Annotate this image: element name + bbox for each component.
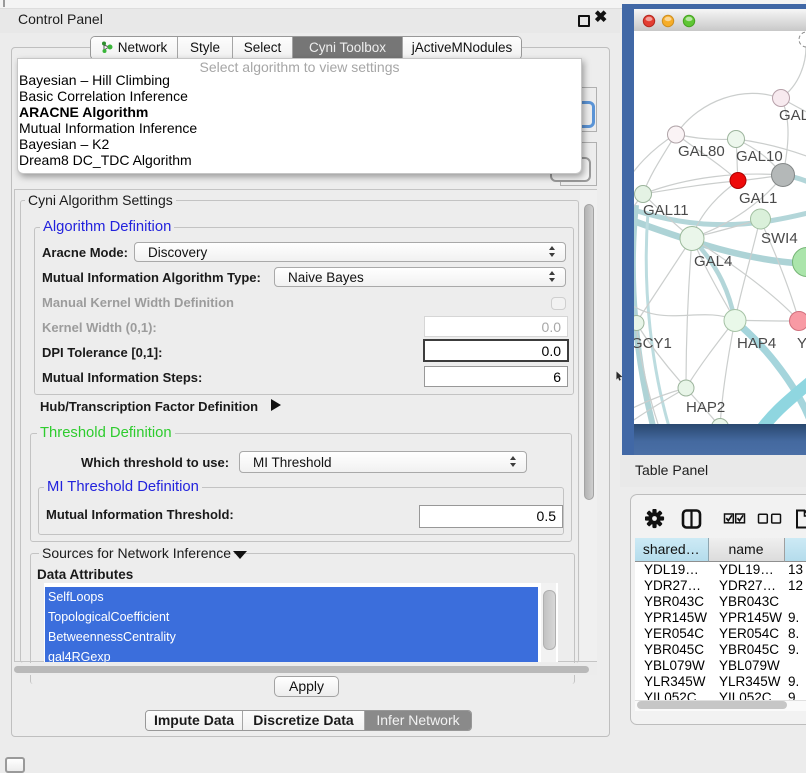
svg-text:HAP4: HAP4	[737, 335, 776, 352]
svg-text:GAL11: GAL11	[643, 202, 689, 219]
svg-text:GAL2: GAL2	[779, 107, 806, 124]
svg-text:GAL10: GAL10	[736, 148, 783, 165]
svg-text:GAL80: GAL80	[678, 143, 725, 160]
svg-text:GCY1: GCY1	[634, 335, 672, 352]
svg-text:HAP2: HAP2	[686, 399, 725, 416]
svg-text:SWI4: SWI4	[761, 230, 798, 247]
svg-text:YJ: YJ	[797, 335, 806, 352]
svg-text:GAL1: GAL1	[739, 190, 777, 207]
svg-text:GAL4: GAL4	[694, 253, 732, 270]
